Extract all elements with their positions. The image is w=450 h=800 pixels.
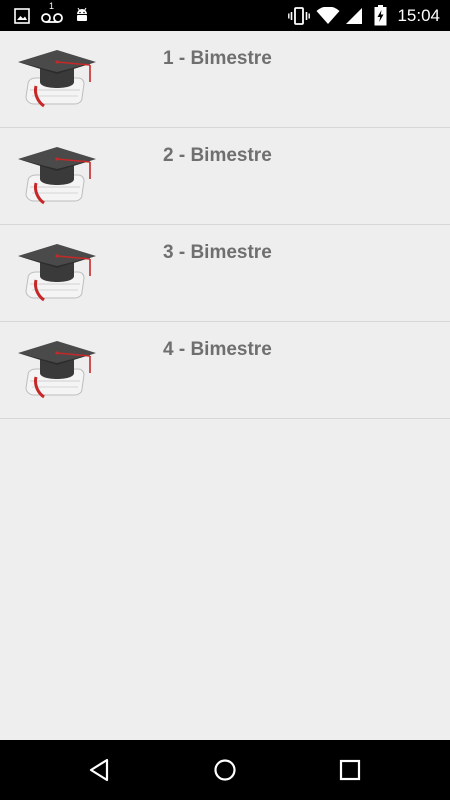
graduation-cap-icon (18, 341, 96, 399)
list-item[interactable]: 1 - Bimestre (0, 31, 450, 128)
bimestre-list: 1 - Bimestre 2 - Bimestre 3 - Bimestre 4… (0, 31, 450, 419)
vibrate-icon (288, 7, 310, 25)
list-item-label: 1 - Bimestre (163, 48, 272, 69)
android-icon (77, 7, 87, 21)
wifi-icon (316, 7, 340, 24)
voicemail-count: 1 (49, 1, 55, 11)
home-icon[interactable] (213, 758, 237, 782)
image-icon (14, 8, 30, 24)
list-item-label: 4 - Bimestre (163, 339, 272, 360)
status-bar: 1 15:04 (0, 0, 450, 31)
graduation-cap-icon (18, 147, 96, 205)
list-item-label: 3 - Bimestre (163, 242, 272, 263)
list-item[interactable]: 4 - Bimestre (0, 322, 450, 419)
recents-icon[interactable] (339, 758, 361, 782)
status-time: 15:04 (397, 6, 440, 25)
list-item-label: 2 - Bimestre (163, 145, 272, 166)
list-item[interactable]: 3 - Bimestre (0, 225, 450, 322)
list-item[interactable]: 2 - Bimestre (0, 128, 450, 225)
navigation-bar (0, 740, 450, 800)
battery-charging-icon (374, 5, 387, 26)
signal-icon (346, 8, 362, 24)
back-icon[interactable] (88, 758, 110, 782)
graduation-cap-icon (18, 50, 96, 108)
graduation-cap-icon (18, 244, 96, 302)
